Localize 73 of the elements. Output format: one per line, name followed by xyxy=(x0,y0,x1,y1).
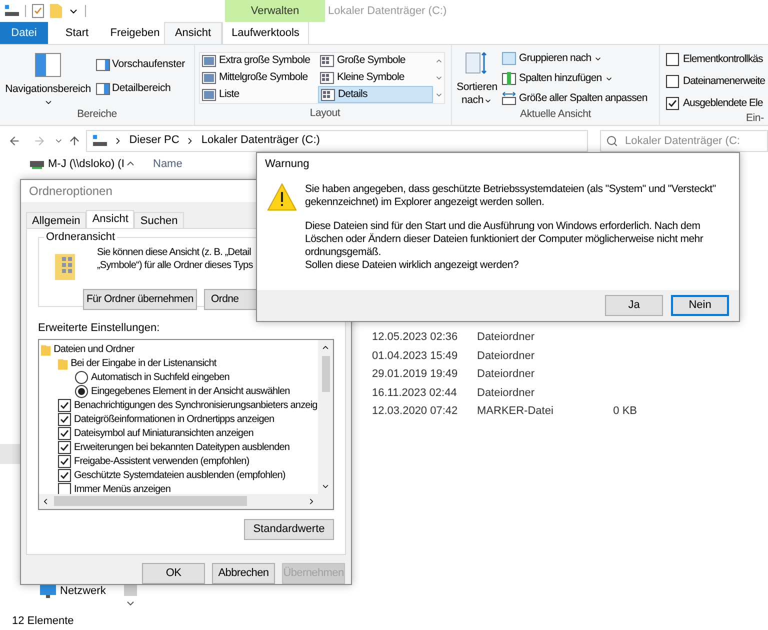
group-label: Ein- xyxy=(745,111,765,126)
message-text: Sie haben angegeben, dass geschützte Betriebssystemdateien (als "System" und "Versteckt" gekennzeichnet) im Explorer angezeigt werden sollen. xyxy=(305,183,717,209)
type-cell-text: Dateiordner xyxy=(477,330,536,345)
type-cell-text: Dateiordner xyxy=(477,348,536,364)
dialog-title: Ordneroptionen xyxy=(29,183,112,200)
dialog-tab[interactable]: Ansicht xyxy=(86,210,134,228)
date-cell-text: 16.11.2023 02:44 xyxy=(372,386,458,400)
message-text: Sollen diese Dateien wirklich angezeigt werden? xyxy=(305,259,520,272)
dialog-button[interactable]: Abbrechen xyxy=(212,563,275,584)
apply-button[interactable]: Für Ordner übernehmen xyxy=(83,289,197,310)
group-title: Ordneransicht xyxy=(44,231,118,243)
setting-label: Erweiterungen bei bekannten Dateitypen ausblenden xyxy=(74,441,290,455)
view-option[interactable]: Extra große Symbole xyxy=(200,53,318,70)
dialog-button[interactable]: Nein xyxy=(671,295,729,316)
group-label: Bereiche xyxy=(76,106,118,122)
ribbon-tab[interactable]: Datei xyxy=(0,22,48,44)
preview-pane-button[interactable]: Vorschaufenster xyxy=(96,57,185,73)
add-columns-button[interactable]: Spalten hinzufügen xyxy=(502,70,613,86)
defaults-button[interactable]: Standardwerte xyxy=(244,518,334,540)
size-cell-text: 0 KB xyxy=(612,404,637,419)
description-text: „Symbole“) für alle Ordner dieses Typs xyxy=(97,259,253,272)
dialog-tab[interactable]: Suchen xyxy=(134,212,184,228)
checkbox-label: Ausgeblendete Ele xyxy=(683,96,763,110)
checkbox-label: Dateinamenerweite xyxy=(683,74,765,89)
type-cell-text: MARKER-Datei xyxy=(477,404,554,419)
date-cell-text: 12.05.2023 02:36 xyxy=(372,330,459,345)
ribbon-tab[interactable]: Freigeben xyxy=(106,22,164,44)
setting-label: Benachrichtigungen des Synchronisierungsanbieters anzeig xyxy=(74,399,318,413)
nav-item[interactable]: M-J (\\dsloko) (I xyxy=(48,156,124,172)
group-label: Aktuelle Ansicht xyxy=(519,107,592,122)
column-header[interactable]: Name xyxy=(153,156,182,172)
group-label: Layout xyxy=(308,106,342,122)
nav-item[interactable]: Netzwerk xyxy=(60,582,106,600)
setting-label: Bei der Eingabe in der Listenansicht xyxy=(70,357,216,371)
dialog-tab[interactable]: Allgemein xyxy=(26,212,86,228)
breadcrumb[interactable]: Lokaler Datenträger (C:) xyxy=(201,132,320,149)
context-tab-group: Verwalten xyxy=(225,0,325,22)
setting-label: Freigabe-Assistent verwenden (empfohlen) xyxy=(74,455,250,469)
message-text: Diese Dateien sind für den Start und die Ausführung von Windows erforderlich. Nach dem Löschen oder Ändern dieser Dateien funktioniert der Computer möglicherweise nicht mehr ordnungsgemäß. xyxy=(305,220,704,259)
view-option[interactable]: Kleine Symbole xyxy=(318,70,433,86)
date-cell-text: 29.01.2019 19:49 xyxy=(372,367,459,382)
group-by-button[interactable]: Gruppieren nach xyxy=(502,51,602,67)
ribbon-tab[interactable]: Start xyxy=(48,22,106,44)
section-label: Erweiterte Einstellungen: xyxy=(38,321,161,336)
checkbox-label: Elementkontrollkäs xyxy=(683,52,763,67)
description-text: Sie können diese Ansicht (z. B. „Detail xyxy=(97,246,251,259)
dialog-button[interactable]: OK xyxy=(142,563,205,584)
setting-label: Automatisch in Suchfeld eingeben xyxy=(91,371,230,385)
type-cell-text: Dateiordner xyxy=(477,386,536,400)
breadcrumb[interactable]: Dieser PC xyxy=(129,132,180,149)
setting-label: Dateigrößeinformationen in Ordnertipps anzeigen xyxy=(74,413,274,427)
view-option[interactable]: Details xyxy=(318,86,433,103)
ribbon-tab[interactable]: Ansicht xyxy=(164,22,222,44)
date-cell-text: 12.03.2020 07:42 xyxy=(372,404,459,419)
search-field[interactable]: Lokaler Datenträger (C: xyxy=(600,130,768,152)
navigation-pane-button[interactable]: Navigationsbereich xyxy=(0,53,96,107)
dialog-button[interactable]: Ja xyxy=(605,295,663,316)
window-title: Lokaler Datenträger (C:) xyxy=(327,4,447,19)
setting-label: Geschützte Systemdateien ausblenden (empfohlen) xyxy=(74,469,286,483)
status-text: 12 Elemente xyxy=(12,614,74,629)
type-cell-text: Dateiordner xyxy=(477,367,536,382)
setting-label: Dateien und Ordner xyxy=(54,343,134,357)
setting-label: Eingegebenes Element in der Ansicht auswählen xyxy=(91,385,290,399)
setting-label: Dateisymbol auf Miniaturansichten anzeigen xyxy=(74,427,254,441)
view-option[interactable]: Große Symbole xyxy=(318,53,433,70)
sort-button[interactable]: Sortieren nach xyxy=(454,51,500,107)
date-cell-text: 01.04.2023 15:49 xyxy=(372,348,459,364)
fit-columns-button[interactable]: Größe aller Spalten anpassen xyxy=(502,90,648,106)
dialog-title: Warnung xyxy=(265,156,310,172)
address-bar[interactable]: Dieser PC Lokaler Datenträger (C:) xyxy=(86,130,588,152)
view-option[interactable]: Mittelgroße Symbole xyxy=(200,70,318,86)
details-pane-button[interactable]: Detailbereich xyxy=(96,80,185,96)
view-option[interactable]: Liste xyxy=(200,86,318,103)
